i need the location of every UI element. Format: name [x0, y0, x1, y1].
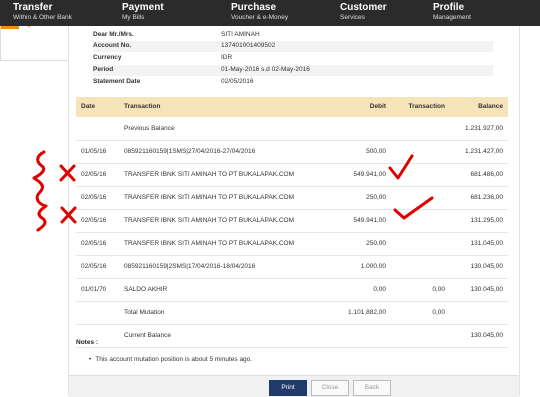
- cell-debit: 250,00: [366, 194, 386, 201]
- statement-content: Dear Mr./Mrs. SITI AMINAH Account No. 13…: [68, 26, 520, 397]
- header-balance: Balance: [478, 103, 503, 110]
- notes-label: Notes :: [76, 339, 99, 346]
- cell-transaction: 085921160159|1SMS|27/04/2016-27/04/2016: [124, 148, 256, 155]
- info-row-name: Dear Mr./Mrs. SITI AMINAH: [93, 30, 493, 41]
- annotation-brace-mark: [32, 150, 48, 232]
- info-value-currency: IDR: [221, 54, 233, 61]
- cell-transaction: Total Mutation: [124, 309, 165, 316]
- cell-balance: 130.045,00: [470, 286, 503, 293]
- cell-balance: 681.486,00: [470, 171, 503, 178]
- info-label-statement-date: Statement Date: [93, 78, 141, 85]
- nav-purchase-title: Purchase: [231, 2, 277, 13]
- print-button[interactable]: Print: [269, 380, 307, 396]
- cell-date: 02/05/16: [81, 240, 107, 247]
- cell-debit: 549.941,00: [353, 171, 386, 178]
- cell-balance: 131.045,00: [470, 240, 503, 247]
- cell-transaction: TRANSFER IBNK SITI AMINAH TO PT BUKALAPA…: [124, 217, 294, 224]
- info-value-name: SITI AMINAH: [221, 31, 260, 38]
- info-value-account: 137401001409502: [221, 42, 276, 49]
- cell-debit: 1.101.882,00: [348, 309, 386, 316]
- table-row: 02/05/16 TRANSFER IBNK SITI AMINAH TO PT…: [76, 164, 508, 187]
- cell-date: 02/05/16: [81, 217, 107, 224]
- info-row-period: Period 01-May-2016 s.d 02-May-2016: [93, 65, 493, 76]
- table-row: 02/05/16 TRANSFER IBNK SITI AMINAH TO PT…: [76, 187, 508, 210]
- cell-date: 01/05/16: [81, 148, 107, 155]
- cell-date: 02/05/16: [81, 263, 107, 270]
- cell-balance: 130.045,00: [470, 332, 503, 339]
- cell-debit: 250,00: [366, 240, 386, 247]
- info-label-period: Period: [93, 66, 114, 73]
- nav-payment[interactable]: Payment My Bills: [122, 2, 164, 23]
- cell-date: 02/05/16: [81, 171, 107, 178]
- info-row-account: Account No. 137401001409502: [93, 41, 493, 52]
- info-label-currency: Currency: [93, 54, 122, 61]
- info-label-account: Account No.: [93, 42, 132, 49]
- cell-debit: 500,00: [366, 148, 386, 155]
- header-transaction-credit: Transaction: [408, 103, 445, 110]
- cell-transaction: TRANSFER IBNK SITI AMINAH TO PT BUKALAPA…: [124, 171, 294, 178]
- cell-transaction: Current Balance: [124, 332, 171, 339]
- nav-payment-title: Payment: [122, 2, 164, 13]
- button-bar: Print Close Back: [69, 375, 519, 397]
- cell-transaction: TRANSFER IBNK SITI AMINAH TO PT BUKALAPA…: [124, 240, 294, 247]
- cell-transaction: 085921160159|2SMS|17/04/2016-18/04/2016: [124, 263, 256, 270]
- nav-transfer-sub: Within & Other Bank: [13, 14, 72, 21]
- nav-payment-sub: My Bills: [122, 14, 145, 21]
- cell-balance: 681.236,00: [470, 194, 503, 201]
- nav-profile[interactable]: Profile Management: [433, 2, 471, 23]
- cell-balance: 130.045,00: [470, 263, 503, 270]
- nav-transfer[interactable]: Transfer Within & Other Bank: [13, 2, 72, 23]
- table-row: 01/05/16 085921160159|1SMS|27/04/2016-27…: [76, 141, 508, 164]
- cell-debit: 1.000,00: [360, 263, 386, 270]
- cell-debit: 549.941,00: [353, 217, 386, 224]
- info-label-name: Dear Mr./Mrs.: [93, 31, 134, 38]
- cell-balance: 1.231.927,00: [465, 125, 503, 132]
- cell-balance: 1.231.427,00: [465, 148, 503, 155]
- table-row: Current Balance 130.045,00: [76, 325, 508, 348]
- cell-date: 01/01/70: [81, 286, 107, 293]
- table-row: 01/01/70 SALDO AKHIR 0,00 0,00 130.045,0…: [76, 279, 508, 302]
- side-menu-accent: [1, 26, 19, 29]
- nav-profile-title: Profile: [433, 2, 465, 13]
- nav-profile-sub: Management: [433, 14, 471, 21]
- table-row: Previous Balance 1.231.927,00: [76, 118, 508, 141]
- cell-transaction: SALDO AKHIR: [124, 286, 168, 293]
- close-button[interactable]: Close: [311, 380, 349, 396]
- cell-transaction: TRANSFER IBNK SITI AMINAH TO PT BUKALAPA…: [124, 194, 294, 201]
- nav-customer-sub: Services: [340, 14, 365, 21]
- table-row: 02/05/16 TRANSFER IBNK SITI AMINAH TO PT…: [76, 233, 508, 256]
- info-row-statement-date: Statement Date 02/05/2016: [93, 77, 493, 88]
- info-value-period: 01-May-2016 s.d 02-May-2016: [221, 66, 310, 73]
- table-row: 02/05/16 TRANSFER IBNK SITI AMINAH TO PT…: [76, 210, 508, 233]
- table-header: Date Transaction Debit Transaction Balan…: [76, 97, 508, 117]
- nav-purchase[interactable]: Purchase Voucher & e-Money: [231, 2, 288, 23]
- cell-balance: 131.295,00: [470, 217, 503, 224]
- notes-item: This account mutation position is about …: [89, 356, 252, 363]
- cell-debit: 0,00: [373, 286, 386, 293]
- side-menu-bullet-icon: •: [28, 25, 31, 31]
- header-date: Date: [81, 103, 96, 110]
- nav-purchase-sub: Voucher & e-Money: [231, 14, 289, 21]
- top-nav: Transfer Within & Other Bank Payment My …: [0, 0, 540, 26]
- table-row: 02/05/16 085921160159|2SMS|17/04/2016-18…: [76, 256, 508, 279]
- cell-date: 02/05/16: [81, 194, 107, 201]
- cell-transaction: Previous Balance: [124, 125, 175, 132]
- nav-transfer-title: Transfer: [13, 2, 53, 13]
- table-row: Total Mutation 1.101.882,00 0,00: [76, 302, 508, 325]
- side-menu-panel: •: [0, 25, 70, 61]
- header-debit: Debit: [369, 103, 386, 110]
- info-value-statement-date: 02/05/2016: [221, 78, 254, 85]
- nav-customer[interactable]: Customer Services: [340, 2, 387, 23]
- cell-credit: 0,00: [432, 286, 445, 293]
- cell-credit: 0,00: [432, 309, 445, 316]
- header-transaction: Transaction: [124, 103, 161, 110]
- info-row-currency: Currency IDR: [93, 53, 493, 64]
- nav-customer-title: Customer: [340, 2, 387, 13]
- back-button[interactable]: Back: [353, 380, 391, 396]
